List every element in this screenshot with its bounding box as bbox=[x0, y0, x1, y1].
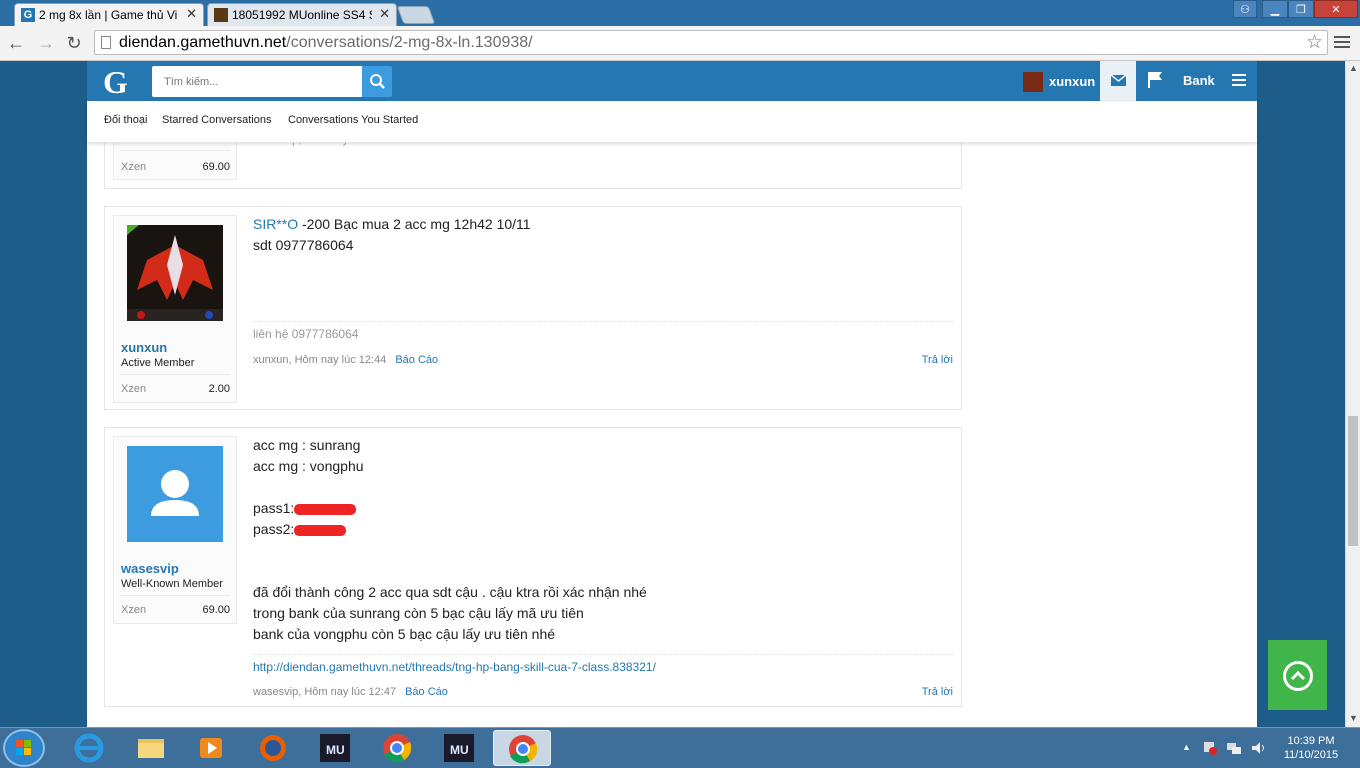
xzen-label: Xzen bbox=[121, 161, 147, 173]
signature-divider bbox=[253, 321, 953, 322]
mu-favicon-icon bbox=[214, 8, 228, 22]
svg-text:MU: MU bbox=[450, 743, 469, 757]
subnav-conversations[interactable]: Đối thoại bbox=[104, 114, 147, 126]
reply-link[interactable]: Trả lời bbox=[922, 686, 953, 698]
explorer-taskbar-icon[interactable] bbox=[122, 730, 180, 766]
redacted-password bbox=[294, 503, 357, 515]
signature-divider bbox=[253, 654, 953, 655]
new-tab-button[interactable] bbox=[396, 6, 436, 24]
windows-taskbar: MU MU ▲ 10:39 PM 11/10/2015 bbox=[0, 727, 1360, 768]
tab-active[interactable]: G 2 mg 8x lần | Game thủ Vi ✕ bbox=[14, 3, 204, 26]
message-body: acc mg : sunrang acc mg : vongphu pass1:… bbox=[253, 437, 647, 642]
flag-icon[interactable] bbox=[1147, 70, 1163, 90]
bookmark-star-icon[interactable]: ☆ bbox=[1306, 31, 1323, 54]
mentioned-user-link[interactable]: SIR**O bbox=[253, 216, 298, 232]
user-title: Active Member bbox=[121, 357, 195, 369]
message-body: SIR**O -200 Bạc mua 2 acc mg 12h42 10/11… bbox=[253, 216, 531, 253]
sub-navigation: Đối thoại Starred Conversations Conversa… bbox=[87, 101, 1257, 143]
site-header: G xunxun Bank bbox=[87, 61, 1257, 101]
chrome-taskbar-icon[interactable] bbox=[368, 730, 426, 766]
search-input[interactable] bbox=[152, 66, 362, 97]
username: xunxun bbox=[1049, 74, 1096, 89]
tab-title: 2 mg 8x lần | Game thủ Vi bbox=[39, 8, 178, 22]
user-title: Well-Known Member bbox=[121, 578, 223, 590]
forward-arrow-icon[interactable]: → bbox=[34, 31, 58, 55]
avatar[interactable] bbox=[127, 225, 223, 321]
start-button[interactable] bbox=[3, 729, 45, 767]
inbox-button[interactable] bbox=[1100, 61, 1136, 101]
message-meta: xunxun, Hôm nay lúc 12:44 Báo Cáo bbox=[253, 354, 439, 366]
clock[interactable]: 10:39 PM 11/10/2015 bbox=[1276, 734, 1346, 762]
user-info-box: xunxun Active Member Xzen 2.00 bbox=[113, 215, 237, 403]
xzen-label: Xzen bbox=[121, 604, 147, 616]
volume-icon[interactable] bbox=[1250, 740, 1266, 756]
back-to-top-button[interactable] bbox=[1268, 640, 1327, 710]
avatar bbox=[1023, 72, 1043, 92]
scrollbar-thumb[interactable] bbox=[1348, 416, 1358, 546]
signature-link[interactable]: http://diendan.gamethuvn.net/threads/tng… bbox=[253, 660, 656, 674]
close-tab-icon[interactable]: ✕ bbox=[379, 6, 390, 22]
hamburger-menu-icon[interactable] bbox=[1232, 74, 1246, 88]
restore-button[interactable]: ❐ bbox=[1288, 0, 1314, 18]
subnav-started[interactable]: Conversations You Started bbox=[288, 114, 418, 126]
mu-game-taskbar-icon[interactable]: MU bbox=[306, 730, 364, 766]
media-player-taskbar-icon[interactable] bbox=[182, 730, 240, 766]
search-icon bbox=[370, 74, 385, 89]
user-info-box: wasesvip Well-Known Member Xzen 69.00 bbox=[113, 436, 237, 624]
message-meta: wasesvip, Hôm nay lúc 12:47 Báo Cáo bbox=[253, 686, 448, 698]
redacted-password bbox=[294, 524, 347, 536]
signature: liên hệ 0977786064 bbox=[253, 327, 359, 341]
page-icon bbox=[101, 36, 111, 49]
report-link[interactable]: Báo Cáo bbox=[395, 354, 438, 366]
search-button[interactable] bbox=[362, 66, 392, 97]
windows-logo-icon bbox=[16, 740, 31, 755]
xzen-value: 69.00 bbox=[202, 161, 230, 173]
user-profile-icon[interactable]: ⚇ bbox=[1233, 0, 1257, 18]
minimize-button[interactable]: ▁ bbox=[1262, 0, 1288, 18]
site-logo[interactable]: G bbox=[103, 64, 128, 101]
reload-icon[interactable]: ↻ bbox=[62, 31, 86, 55]
mu-game-taskbar-icon-2[interactable]: MU bbox=[430, 730, 488, 766]
default-avatar-icon[interactable] bbox=[127, 446, 223, 542]
subnav-starred[interactable]: Starred Conversations bbox=[162, 114, 271, 126]
bank-link[interactable]: Bank bbox=[1183, 73, 1215, 88]
ie-taskbar-icon[interactable] bbox=[60, 730, 118, 766]
close-tab-icon[interactable]: ✕ bbox=[186, 6, 197, 22]
page-viewport: G xunxun Bank Đối thoại Starred Conversa… bbox=[0, 61, 1345, 727]
chevron-up-icon bbox=[1283, 661, 1313, 691]
browser-toolbar: ← → ↻ diendan.gamethuvn.net/conversation… bbox=[0, 26, 1360, 61]
username-link[interactable]: wasesvip bbox=[121, 561, 179, 576]
action-center-flag-icon[interactable] bbox=[1202, 740, 1218, 756]
xzen-value: 2.00 bbox=[208, 383, 230, 395]
reply-link[interactable]: Trả lời bbox=[922, 354, 953, 366]
chrome-menu-icon[interactable] bbox=[1334, 34, 1350, 50]
browser-tab-strip: G 2 mg 8x lần | Game thủ Vi ✕ 18051992 M… bbox=[0, 0, 1360, 26]
firefox-taskbar-icon[interactable] bbox=[244, 730, 302, 766]
chrome-taskbar-icon-active[interactable] bbox=[493, 730, 551, 766]
close-window-button[interactable]: ✕ bbox=[1314, 0, 1358, 18]
scroll-down-arrow-icon[interactable]: ▼ bbox=[1349, 713, 1358, 723]
xzen-label: Xzen bbox=[121, 383, 147, 395]
envelope-icon bbox=[1110, 74, 1127, 86]
clock-time: 10:39 PM bbox=[1287, 735, 1335, 747]
xzen-value: 69.00 bbox=[202, 604, 230, 616]
report-link[interactable]: Báo Cáo bbox=[405, 686, 448, 698]
url-text: diendan.gamethuvn.net/conversations/2-mg… bbox=[119, 34, 533, 51]
show-hidden-icons-icon[interactable]: ▲ bbox=[1182, 742, 1191, 752]
back-arrow-icon[interactable]: ← bbox=[4, 31, 28, 55]
page-scrollbar[interactable]: ▲ ▼ bbox=[1345, 61, 1360, 727]
message-item: xunxun Active Member Xzen 2.00 SIR**O -2… bbox=[104, 206, 962, 410]
svg-text:MU: MU bbox=[326, 743, 345, 757]
network-icon[interactable] bbox=[1226, 740, 1242, 756]
gamethuvn-favicon-icon: G bbox=[21, 8, 35, 22]
scroll-up-arrow-icon[interactable]: ▲ bbox=[1349, 63, 1358, 73]
tab-title: 18051992 MUonline SS4 S bbox=[232, 8, 372, 22]
message-item: wasesvip Well-Known Member Xzen 69.00 ac… bbox=[104, 427, 962, 707]
username-link[interactable]: xunxun bbox=[121, 340, 167, 355]
forum-content: G xunxun Bank Đối thoại Starred Conversa… bbox=[87, 61, 1257, 727]
address-bar[interactable]: diendan.gamethuvn.net/conversations/2-mg… bbox=[94, 30, 1328, 55]
clock-date: 11/10/2015 bbox=[1283, 749, 1339, 761]
tab-muonline[interactable]: 18051992 MUonline SS4 S ✕ bbox=[207, 3, 397, 26]
